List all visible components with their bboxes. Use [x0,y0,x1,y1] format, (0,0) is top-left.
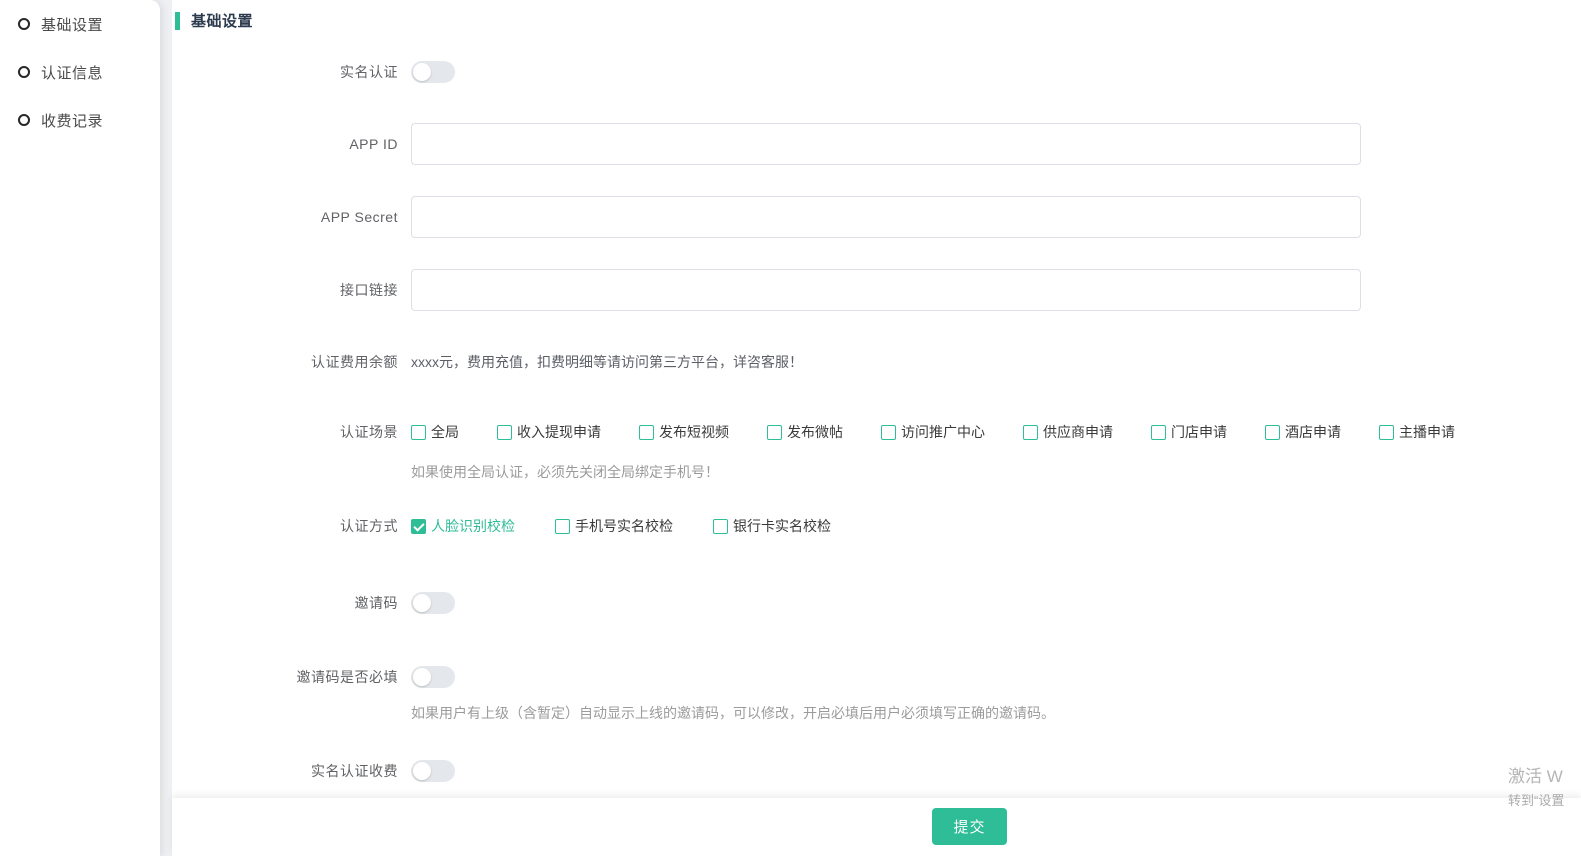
real-name-auth-fee-toggle[interactable] [411,760,455,782]
checkbox-icon [881,425,896,440]
app-secret-label: APP Secret [172,209,398,225]
sidebar-item-fee-records[interactable]: 收费记录 [18,108,160,132]
checkbox-scene-withdraw[interactable]: 收入提现申请 [497,422,601,442]
invite-code-toggle[interactable] [411,592,455,614]
checkbox-scene-anchor[interactable]: 主播申请 [1379,422,1455,442]
real-name-auth-label: 实名认证 [172,62,398,82]
real-name-auth-fee-label: 实名认证收费 [172,761,398,781]
sidebar-item-auth-info[interactable]: 认证信息 [18,60,160,84]
api-link-label: 接口链接 [172,280,398,300]
page-header: 基础设置 [175,10,253,31]
auth-scenes-hint: 如果使用全局认证，必须先关闭全局绑定手机号！ [411,462,719,482]
api-link-input[interactable] [411,269,1361,311]
radio-circle-icon [18,18,30,30]
row-api-link: 接口链接 [172,268,1361,311]
checkbox-icon [639,425,654,440]
auth-scenes-label: 认证场景 [172,422,398,442]
checkbox-icon [1379,425,1394,440]
invite-code-required-hint: 如果用户有上级（含暂定）自动显示上线的邀请码，可以修改，开启必填后用户必须填写正… [411,703,1055,723]
row-real-name-auth: 实名认证 [172,61,455,83]
row-app-secret: APP Secret [172,195,1361,238]
checkbox-scene-promotion-center[interactable]: 访问推广中心 [881,422,985,442]
checkbox-icon [767,425,782,440]
invite-code-required-label: 邀请码是否必填 [172,667,398,687]
checkbox-method-phone-verify[interactable]: 手机号实名校检 [555,516,673,536]
toggle-knob [413,762,431,780]
row-auth-fee-balance: 认证费用余额 xxxx元，费用充值，扣费明细等请访问第三方平台，详咨客服！ [172,352,803,372]
checkbox-scene-supplier[interactable]: 供应商申请 [1023,422,1113,442]
watermark-line1: 激活 W [1508,762,1564,787]
toggle-knob [413,594,431,612]
sidebar-item-label: 基础设置 [41,14,103,35]
toggle-knob [413,63,431,81]
row-auth-scenes: 认证场景 全局 收入提现申请 发布短视频 发布微帖 访问推广中心 [172,422,1455,442]
submit-button[interactable]: 提交 [932,808,1007,845]
row-invite-code: 邀请码 [172,592,455,614]
invite-code-label: 邀请码 [172,593,398,613]
real-name-auth-toggle[interactable] [411,61,455,83]
main-panel: 基础设置 实名认证 APP ID APP Secret 接口链接 认证费用余额 … [172,0,1581,856]
checkbox-scene-store[interactable]: 门店申请 [1151,422,1227,442]
auth-methods-label: 认证方式 [172,516,398,536]
row-app-id: APP ID [172,122,1361,165]
footer-bar: 提交 [172,798,1581,856]
checkbox-icon [1151,425,1166,440]
checkbox-scene-global[interactable]: 全局 [411,422,459,442]
app-id-label: APP ID [172,136,398,152]
checkbox-scene-hotel[interactable]: 酒店申请 [1265,422,1341,442]
sidebar-item-basic-settings[interactable]: 基础设置 [18,12,160,36]
sidebar: 基础设置 认证信息 收费记录 [0,0,160,856]
checkbox-method-bank-card-verify[interactable]: 银行卡实名校检 [713,516,831,536]
checkbox-method-face-recognition[interactable]: 人脸识别校检 [411,516,515,536]
radio-circle-icon [18,114,30,126]
row-invite-code-required: 邀请码是否必填 [172,666,455,688]
row-real-name-auth-fee: 实名认证收费 [172,760,455,782]
checkbox-icon [555,519,570,534]
sidebar-item-label: 收费记录 [41,110,103,131]
invite-code-required-toggle[interactable] [411,666,455,688]
auth-fee-balance-label: 认证费用余额 [172,352,398,372]
row-auth-methods: 认证方式 人脸识别校检 手机号实名校检 银行卡实名校检 [172,516,831,536]
auth-fee-balance-value: xxxx元，费用充值，扣费明细等请访问第三方平台，详咨客服！ [411,352,803,372]
checkbox-icon [497,425,512,440]
radio-circle-icon [18,66,30,78]
page-title: 基础设置 [191,10,253,31]
app-secret-input[interactable] [411,196,1361,238]
checkbox-icon [1023,425,1038,440]
checkbox-icon [713,519,728,534]
checkbox-icon [411,425,426,440]
checkbox-scene-short-video[interactable]: 发布短视频 [639,422,729,442]
app-id-input[interactable] [411,123,1361,165]
checkbox-icon [1265,425,1280,440]
toggle-knob [413,668,431,686]
sidebar-item-label: 认证信息 [41,62,103,83]
checkbox-icon [411,519,426,534]
accent-bar [175,12,180,30]
checkbox-scene-micro-post[interactable]: 发布微帖 [767,422,843,442]
